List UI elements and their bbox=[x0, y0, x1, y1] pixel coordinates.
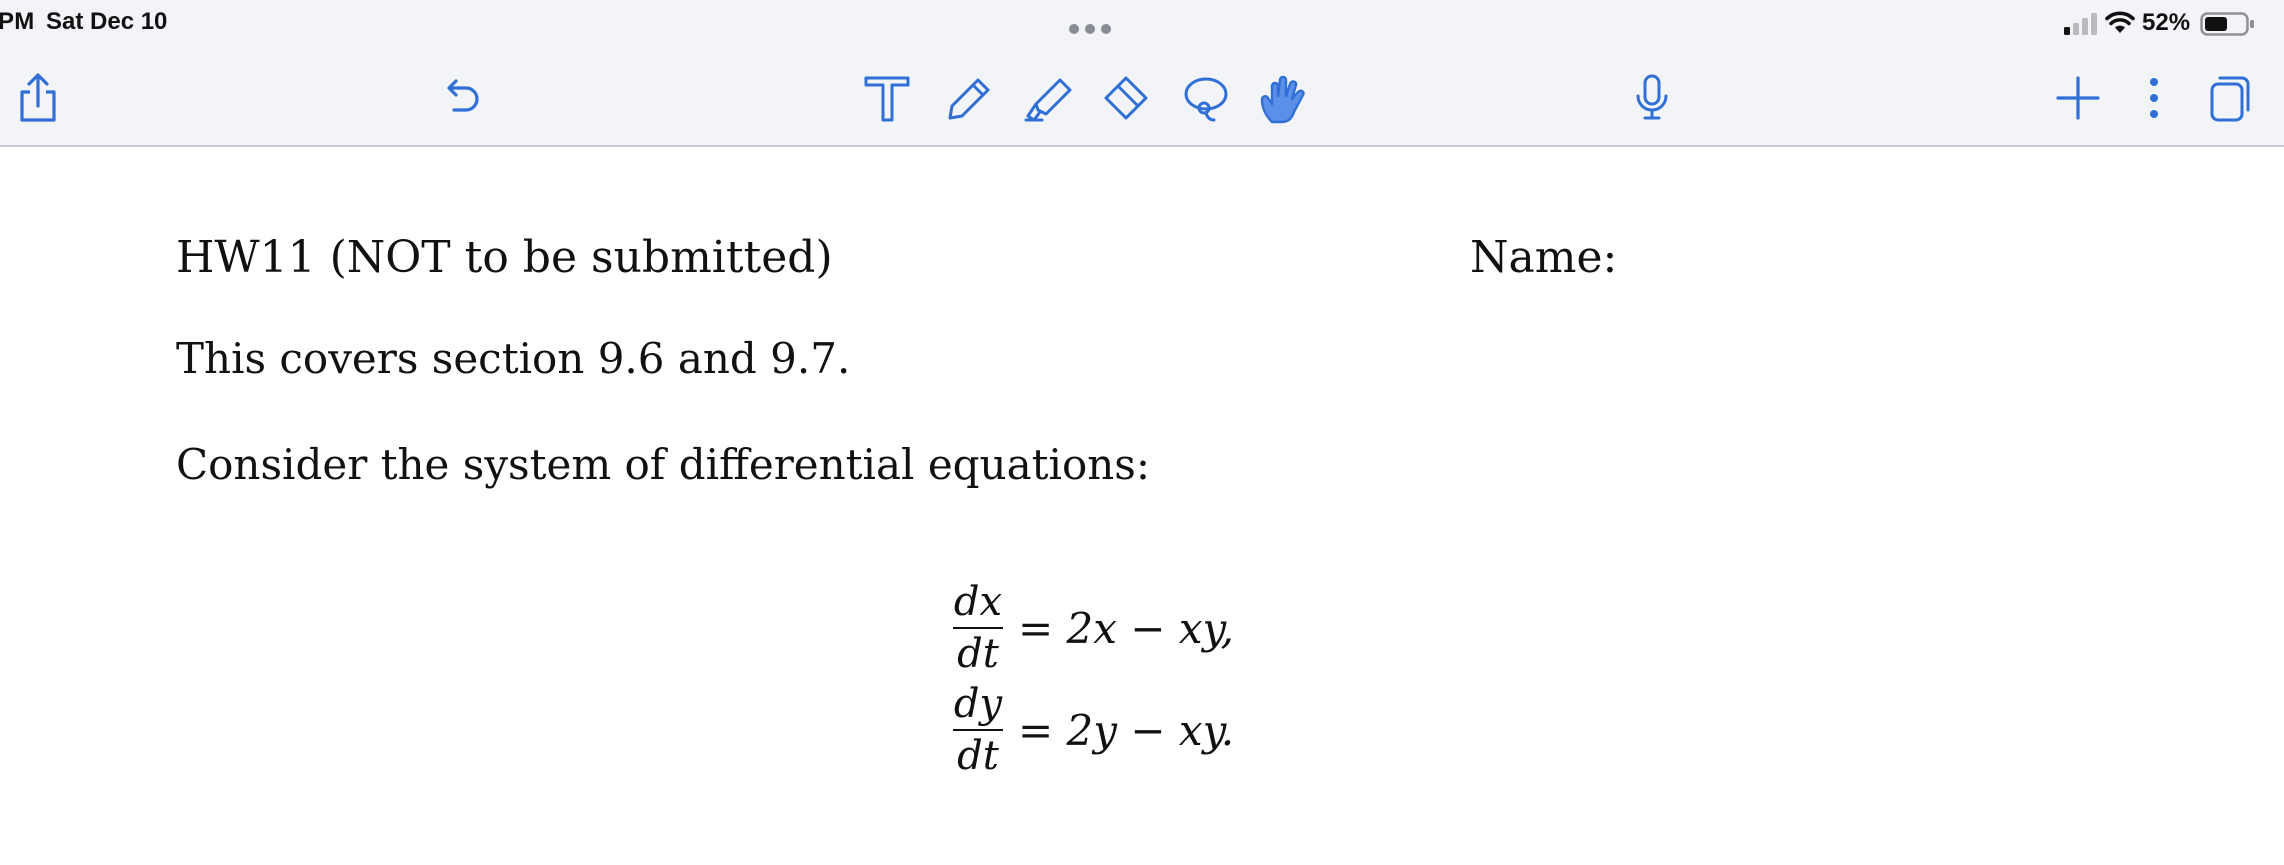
battery-percent: 52% bbox=[2142, 9, 2191, 36]
hand-pointer-icon[interactable] bbox=[1258, 72, 1310, 124]
fraction-numerator: dx bbox=[953, 579, 1003, 625]
status-time: PM bbox=[0, 8, 35, 35]
plus-icon[interactable] bbox=[2052, 72, 2104, 124]
lasso-icon[interactable] bbox=[1180, 72, 1232, 124]
fraction-bar bbox=[953, 729, 1003, 731]
section-note: This covers section 9.6 and 9.7. bbox=[176, 334, 851, 383]
page-title: HW11 (NOT to be submitted) bbox=[176, 232, 833, 283]
cellular-signal-icon bbox=[2064, 13, 2098, 35]
equation-dx-dt: dx dt = 2x − xy, bbox=[952, 578, 1234, 678]
derivative-fraction: dx dt bbox=[952, 579, 1004, 677]
pen-icon[interactable] bbox=[942, 72, 994, 124]
fraction-denominator: dt bbox=[957, 631, 999, 677]
fraction-numerator: dy bbox=[953, 681, 1003, 727]
equation-rhs: = 2y − xy. bbox=[1018, 705, 1235, 755]
fraction-bar bbox=[953, 627, 1003, 629]
microphone-icon[interactable] bbox=[1626, 72, 1678, 124]
battery-icon bbox=[2200, 12, 2256, 36]
equation-rhs: = 2x − xy, bbox=[1018, 603, 1235, 653]
more-options-icon[interactable] bbox=[2128, 72, 2180, 124]
fraction-denominator: dt bbox=[957, 733, 999, 779]
equation-dy-dt: dy dt = 2y − xy. bbox=[952, 680, 1234, 780]
share-icon[interactable] bbox=[12, 72, 64, 124]
top-chrome: PM Sat Dec 10 52% bbox=[0, 0, 2284, 147]
eraser-icon[interactable] bbox=[1100, 72, 1152, 124]
undo-icon[interactable] bbox=[436, 72, 488, 124]
system-intro: Consider the system of differential equa… bbox=[176, 440, 1150, 489]
pages-icon[interactable] bbox=[2204, 72, 2256, 124]
text-tool-icon[interactable] bbox=[862, 72, 914, 124]
document-page[interactable]: HW11 (NOT to be submitted) Name: This co… bbox=[0, 148, 2284, 865]
status-date: Sat Dec 10 bbox=[46, 8, 168, 35]
wifi-icon bbox=[2105, 11, 2135, 35]
derivative-fraction: dy dt bbox=[952, 681, 1004, 779]
name-label: Name: bbox=[1470, 232, 1618, 283]
highlighter-icon[interactable] bbox=[1022, 72, 1074, 124]
multitasking-dots-icon[interactable] bbox=[1068, 20, 1112, 34]
